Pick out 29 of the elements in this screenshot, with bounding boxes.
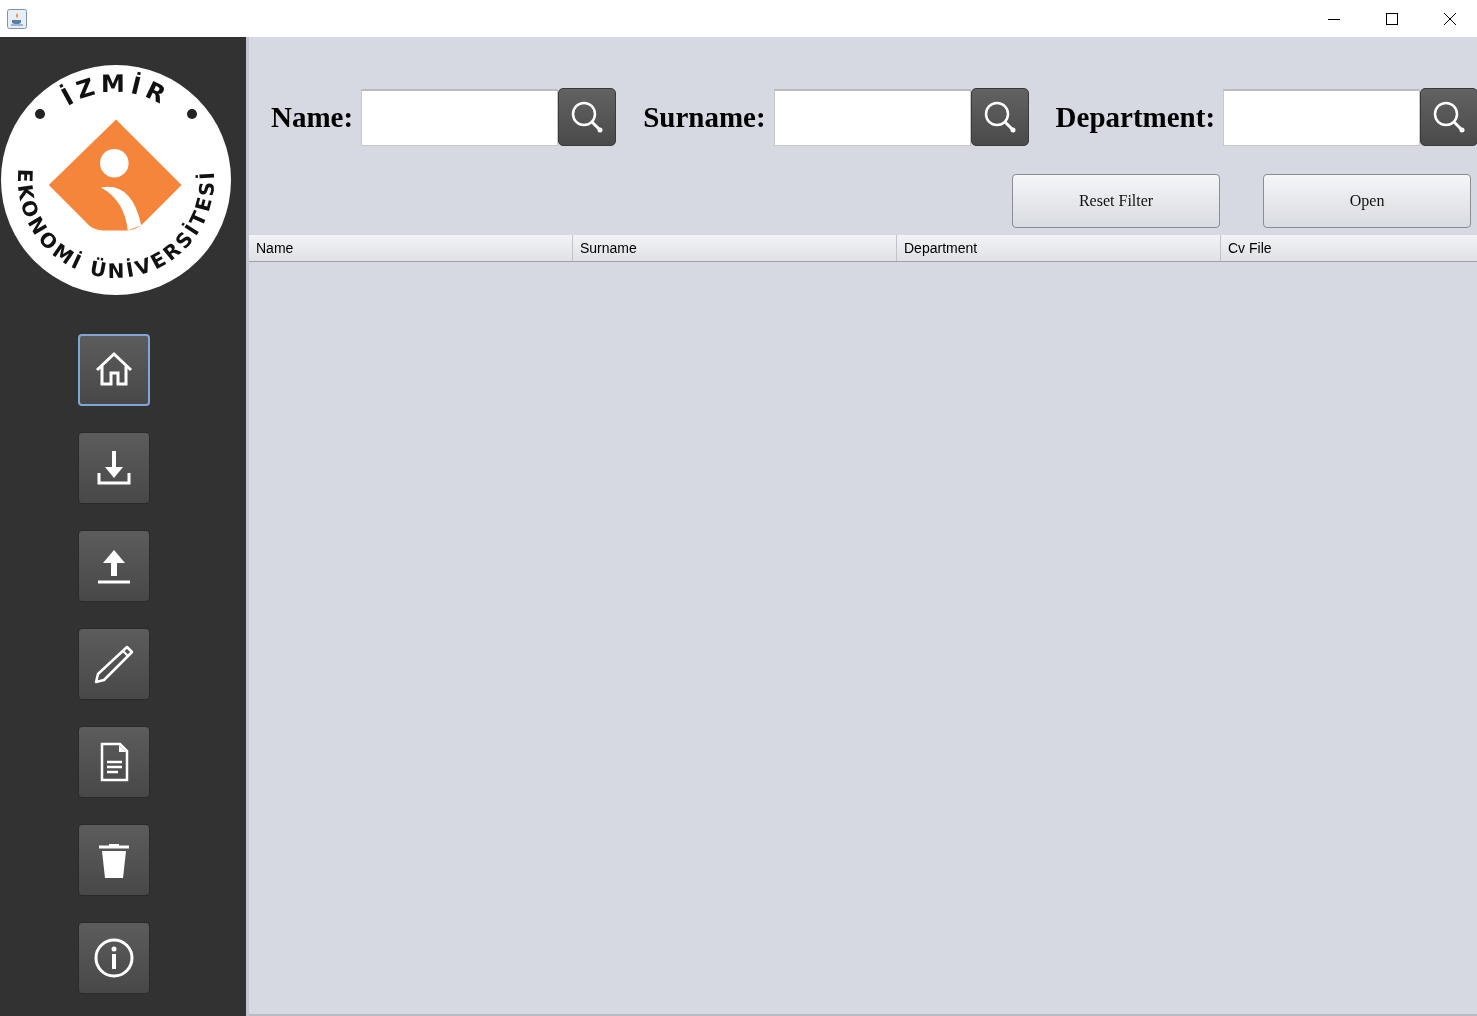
column-header[interactable]: Surname	[573, 235, 897, 261]
input-field[interactable]	[1223, 88, 1421, 146]
app-icon	[7, 8, 27, 29]
search-icon	[570, 100, 605, 134]
search-icon	[1432, 100, 1467, 134]
close-icon[interactable]	[1444, 12, 1456, 25]
column-header[interactable]: Name	[249, 235, 573, 261]
sidebar-button[interactable]	[78, 628, 150, 700]
sidebar-button[interactable]	[78, 334, 150, 406]
column-header[interactable]: Department	[897, 235, 1221, 261]
search-button[interactable]	[558, 88, 617, 146]
input-field[interactable]	[361, 88, 559, 146]
action-button[interactable]: Reset Filter	[1012, 174, 1221, 228]
action-button[interactable]: Open	[1263, 174, 1472, 228]
sidebar-button[interactable]	[78, 922, 150, 994]
sidebar-button[interactable]	[78, 726, 150, 798]
sidebar-button[interactable]	[78, 530, 150, 602]
search-button[interactable]	[1420, 88, 1477, 146]
search-button[interactable]	[970, 88, 1029, 146]
maximize-icon[interactable]	[1386, 12, 1398, 25]
field-label: Name:	[271, 100, 354, 134]
sidebar-button[interactable]	[78, 824, 150, 896]
sidebar-button[interactable]	[78, 432, 150, 504]
info-icon	[92, 936, 136, 980]
field-label: Surname:	[643, 100, 766, 134]
field-label: Department:	[1055, 100, 1216, 134]
column-header[interactable]: Cv File	[1221, 235, 1477, 261]
input-field[interactable]	[773, 88, 971, 146]
search-icon	[982, 100, 1017, 134]
